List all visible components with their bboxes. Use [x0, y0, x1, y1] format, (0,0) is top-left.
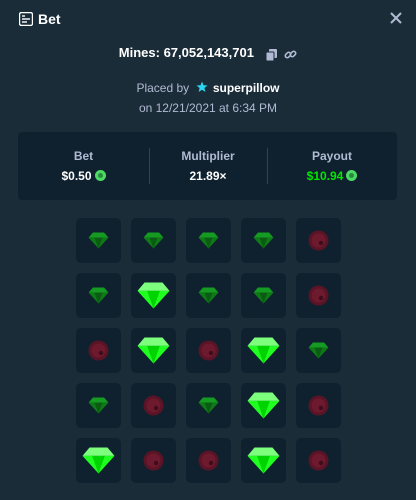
- tile-mine-unrevealed[interactable]: [296, 438, 341, 483]
- tile-gem-unrevealed[interactable]: [76, 218, 121, 263]
- mine-icon: [308, 285, 329, 306]
- gem-icon: [253, 232, 274, 249]
- coin-icon: [346, 170, 358, 181]
- tile-gem-unrevealed[interactable]: [186, 383, 231, 428]
- username-link[interactable]: superpillow: [213, 81, 280, 95]
- link-icon[interactable]: [284, 48, 297, 61]
- tile-mine-unrevealed[interactable]: [76, 328, 121, 373]
- mine-icon: [143, 450, 164, 471]
- tile-gem-unrevealed[interactable]: [131, 218, 176, 263]
- mine-icon: [143, 395, 164, 416]
- stat-payout-value: $10.94: [267, 169, 397, 183]
- vip-star-icon: [196, 81, 207, 92]
- placed-by-label: Placed by: [136, 81, 190, 95]
- stat-multiplier-label: Multiplier: [181, 149, 235, 163]
- placed-by: Placed by superpillow: [0, 81, 416, 95]
- gem-icon: [198, 397, 219, 414]
- tile-mine-unrevealed[interactable]: [131, 438, 176, 483]
- tile-gem-unrevealed[interactable]: [241, 273, 286, 318]
- gem-icon: [82, 447, 115, 474]
- gem-icon: [308, 342, 329, 359]
- stat-bet-label: Bet: [73, 149, 94, 163]
- bet-stats-panel: Bet $0.50 Multiplier 21.89× Payout $10.9…: [18, 132, 397, 200]
- gem-icon: [88, 287, 109, 304]
- mine-icon: [198, 340, 219, 361]
- modal-title: Bet: [38, 11, 61, 27]
- tile-gem[interactable]: [241, 438, 286, 483]
- tile-gem-unrevealed[interactable]: [76, 273, 121, 318]
- gem-icon: [137, 337, 170, 364]
- tile-mine-unrevealed[interactable]: [296, 383, 341, 428]
- gem-icon: [247, 447, 280, 474]
- tile-mine-unrevealed[interactable]: [186, 438, 231, 483]
- tile-mine-unrevealed[interactable]: [186, 328, 231, 373]
- gem-icon: [88, 397, 109, 414]
- tile-gem[interactable]: [131, 328, 176, 373]
- gem-icon: [247, 392, 280, 419]
- close-icon[interactable]: [388, 10, 404, 26]
- copy-icon[interactable]: [265, 48, 277, 62]
- tile-gem-unrevealed[interactable]: [186, 273, 231, 318]
- mine-icon: [88, 340, 109, 361]
- tile-gem[interactable]: [241, 383, 286, 428]
- gem-icon: [253, 287, 274, 304]
- coin-icon: [94, 170, 106, 181]
- gem-icon: [247, 337, 280, 364]
- modal-header: Bet: [0, 0, 416, 38]
- tile-gem-unrevealed[interactable]: [186, 218, 231, 263]
- gem-icon: [198, 287, 219, 304]
- stat-payout: Payout $10.94: [267, 132, 397, 200]
- gem-icon: [198, 232, 219, 249]
- mines-game-id: Mines: 67,052,143,701: [118, 45, 254, 60]
- bet-slip-icon: [19, 12, 33, 26]
- gem-icon: [88, 232, 109, 249]
- tile-gem-unrevealed[interactable]: [241, 218, 286, 263]
- tile-gem[interactable]: [76, 438, 121, 483]
- stat-multiplier-value: 21.89×: [189, 169, 227, 183]
- tile-mine-unrevealed[interactable]: [296, 273, 341, 318]
- bet-date: on 12/21/2021 at 6:34 PM: [138, 101, 278, 115]
- game-id-row: Mines: 67,052,143,701: [0, 45, 416, 62]
- stat-bet-amount: $0.50: [61, 169, 92, 183]
- tile-mine-unrevealed[interactable]: [131, 383, 176, 428]
- tile-gem-unrevealed[interactable]: [76, 383, 121, 428]
- stat-bet-value: $0.50: [18, 169, 149, 183]
- tile-gem[interactable]: [131, 273, 176, 318]
- tile-mine-unrevealed[interactable]: [296, 218, 341, 263]
- gem-icon: [143, 232, 164, 249]
- stat-bet: Bet $0.50: [18, 132, 149, 200]
- gem-icon: [137, 282, 170, 309]
- mine-icon: [308, 450, 329, 471]
- mines-board: [76, 218, 342, 484]
- stat-payout-amount: $10.94: [306, 169, 344, 183]
- tile-gem-unrevealed[interactable]: [296, 328, 341, 373]
- mine-icon: [198, 450, 219, 471]
- stat-payout-label: Payout: [311, 149, 352, 163]
- stat-multiplier: Multiplier 21.89×: [149, 132, 267, 200]
- tile-gem[interactable]: [241, 328, 286, 373]
- mine-icon: [308, 230, 329, 251]
- mine-icon: [308, 395, 329, 416]
